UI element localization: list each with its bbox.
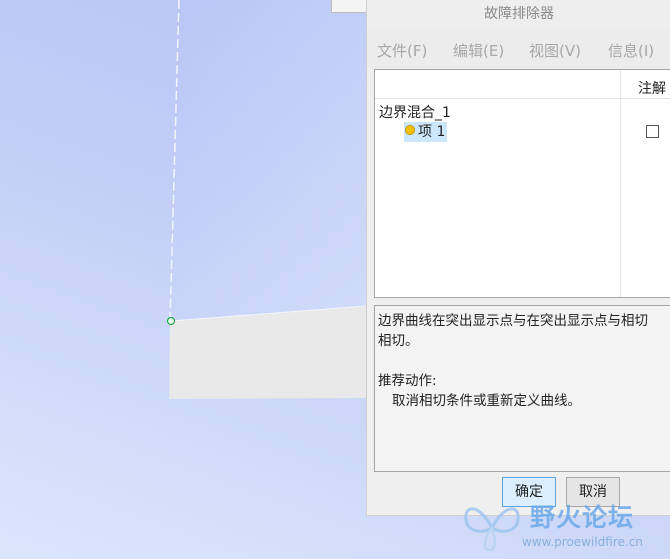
troubleshooter-dialog: 故障排除器 文件(F) 编辑(E) 视图(V) 信息(I) 注解 边界混合_1 … xyxy=(366,0,670,516)
watermark-title: 野火论坛 xyxy=(530,503,635,532)
troubleshoot-tree[interactable]: 注解 边界混合_1 项 1 xyxy=(374,69,670,298)
message-line-1: 边界曲线在突出显示点与在突出显示点与相切 xyxy=(378,313,648,329)
message-line-2: 相切。 xyxy=(378,333,419,349)
boundary-blend-surface xyxy=(169,306,366,399)
recommend-label: 推荐动作: xyxy=(378,373,437,389)
tree-header xyxy=(375,70,670,99)
tree-item-root[interactable]: 边界混合_1 xyxy=(379,102,451,122)
menu-info[interactable]: 信息(I) xyxy=(608,40,654,61)
recommend-action: 取消相切条件或重新定义曲线。 xyxy=(392,393,581,409)
graphics-tab-stub[interactable] xyxy=(331,0,367,13)
watermark: 野火论坛 www.proewildfire.cn xyxy=(460,492,670,559)
watermark-url: www.proewildfire.cn xyxy=(522,535,643,549)
column-header-annotation[interactable]: 注解 xyxy=(638,78,666,98)
tree-item-child[interactable]: 项 1 xyxy=(404,122,448,142)
menu-view[interactable]: 视图(V) xyxy=(529,40,581,61)
menu-file[interactable]: 文件(F) xyxy=(377,40,427,61)
butterfly-logo-icon xyxy=(464,507,520,552)
column-divider[interactable] xyxy=(620,70,621,297)
message-panel: 边界曲线在突出显示点与在突出显示点与相切 相切。 推荐动作: 取消相切条件或重新… xyxy=(374,305,670,472)
annotation-checkbox[interactable] xyxy=(646,125,659,138)
menu-bar: 文件(F) 编辑(E) 视图(V) 信息(I) xyxy=(367,30,670,68)
warning-dot-icon xyxy=(405,125,415,135)
menu-edit[interactable]: 编辑(E) xyxy=(453,40,504,61)
dialog-title: 故障排除器 xyxy=(367,0,670,30)
tree-item-child-label: 项 1 xyxy=(418,124,446,140)
highlight-point xyxy=(166,316,176,326)
surface-light-region xyxy=(170,0,366,321)
